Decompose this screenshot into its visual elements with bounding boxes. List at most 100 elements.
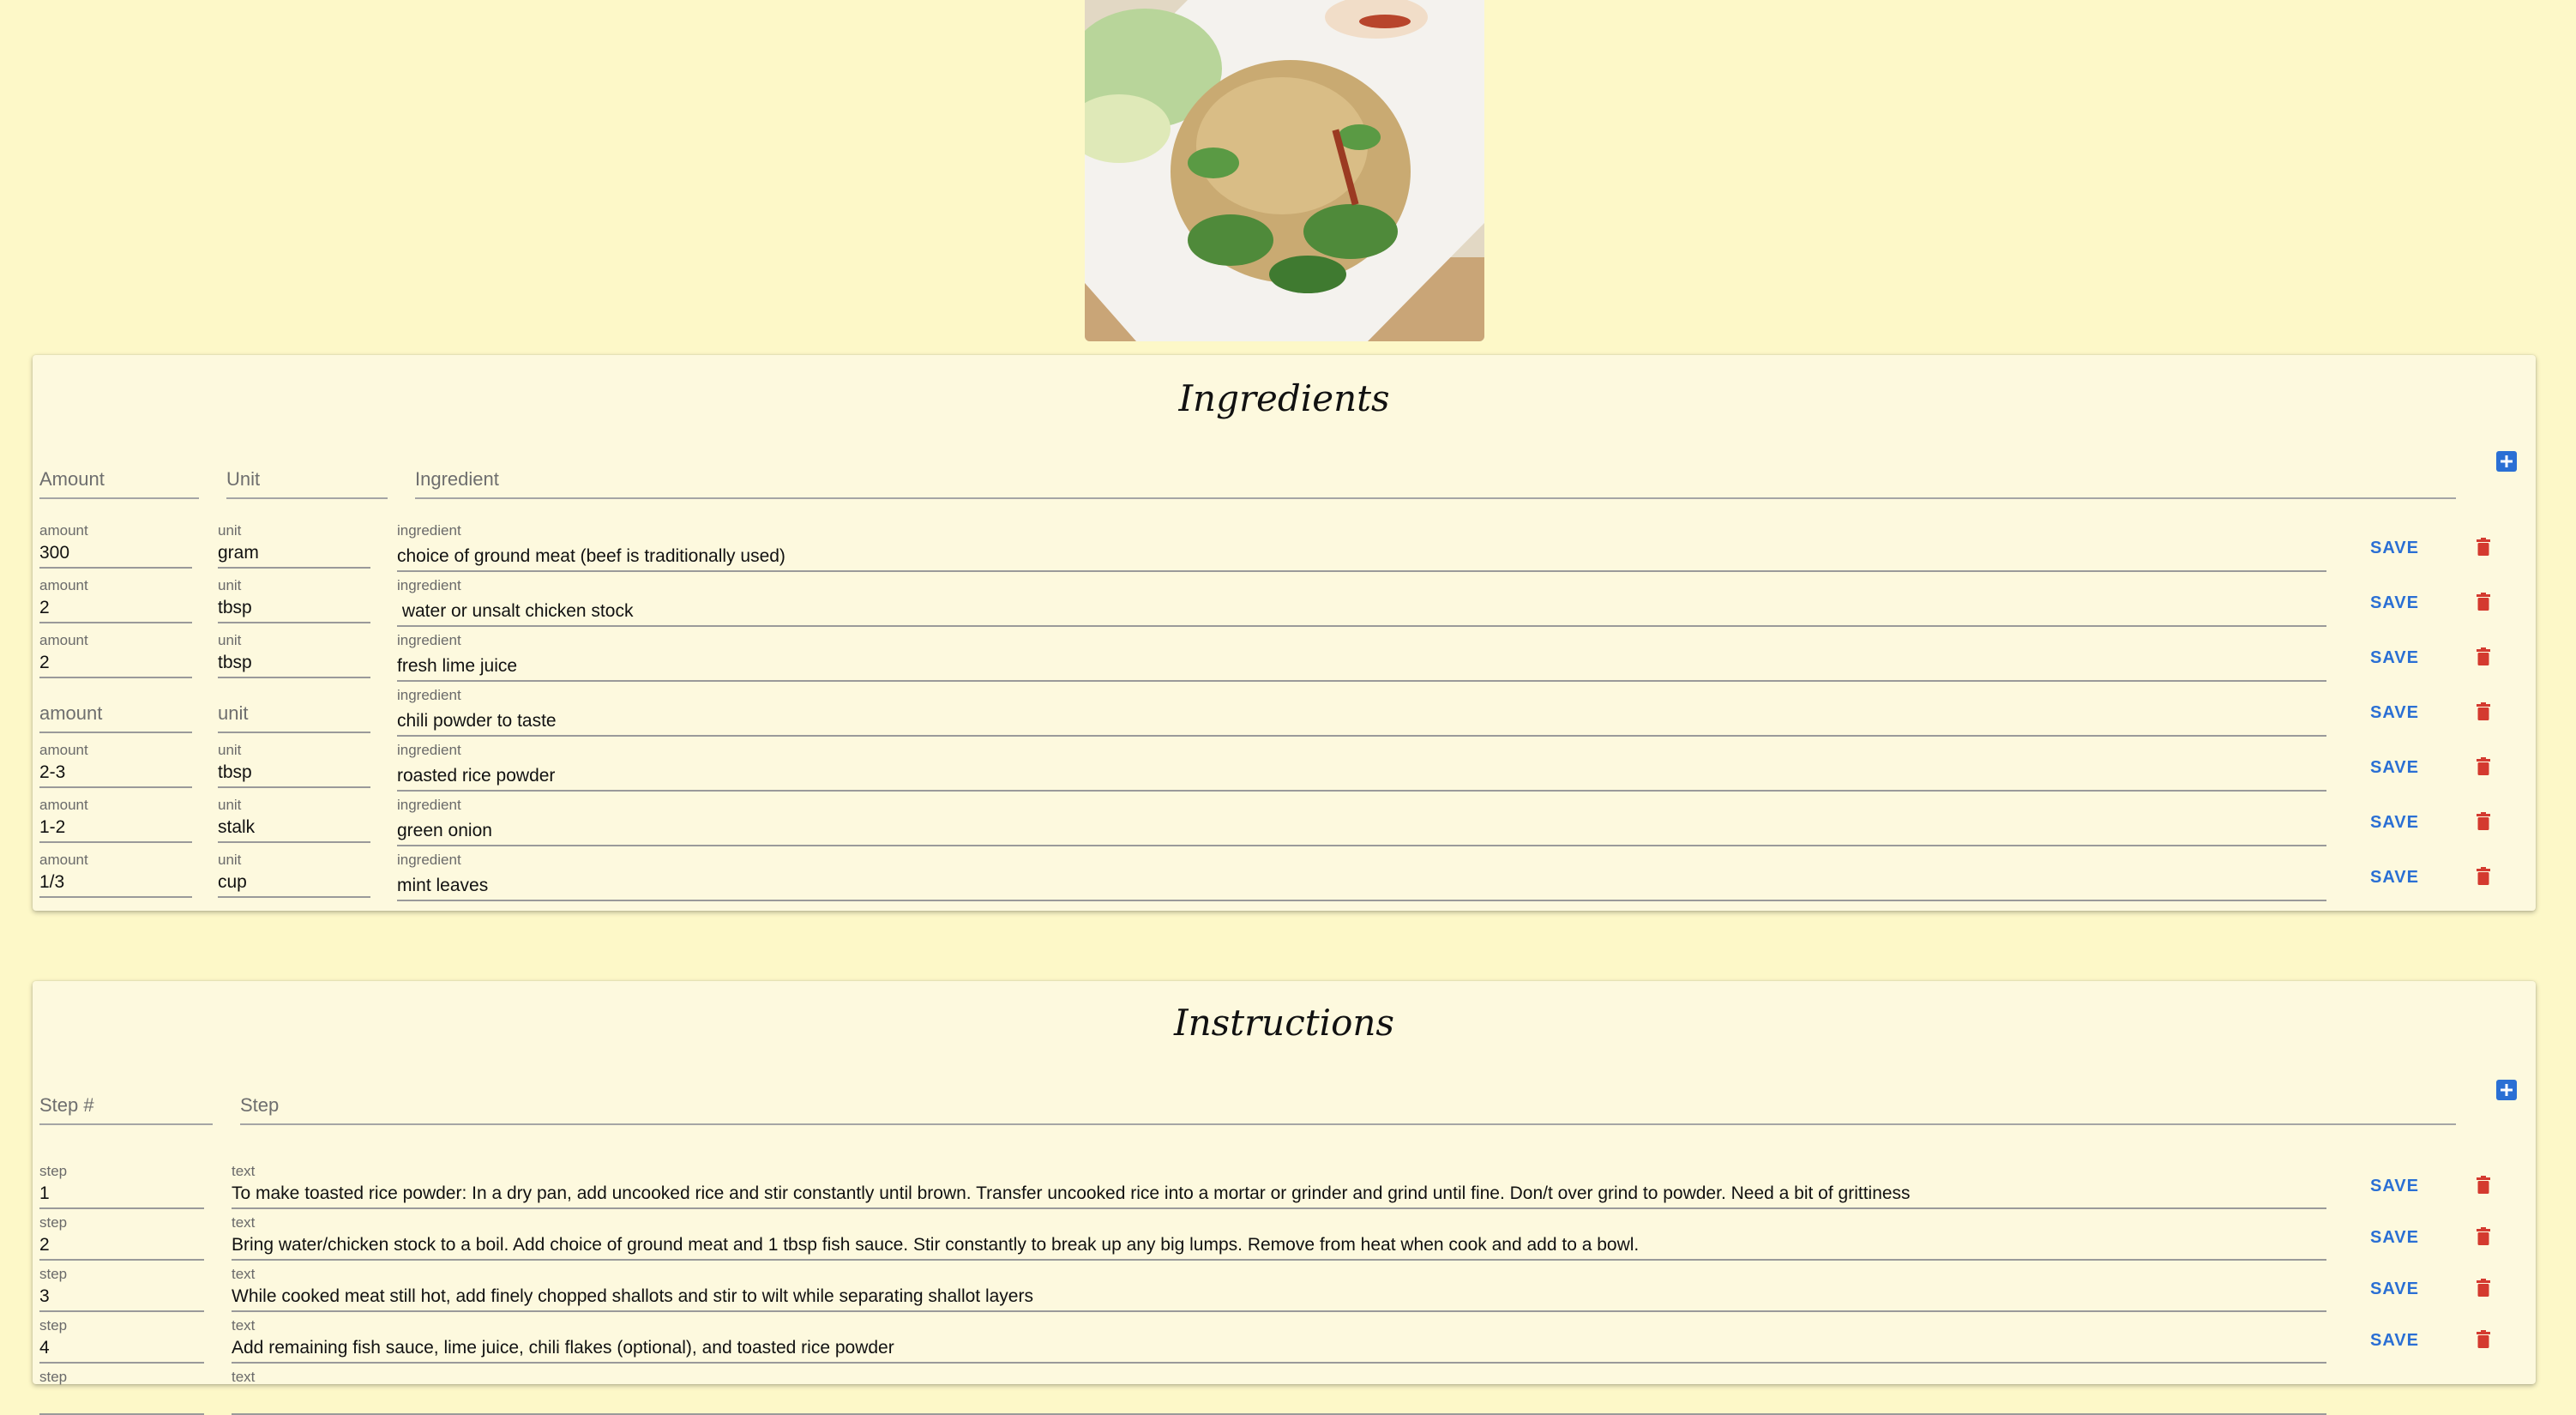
step-text-field[interactable]: text To make toasted rice powder: In a d… xyxy=(232,1163,2326,1209)
step-text-field[interactable]: text Add remaining fish sauce, lime juic… xyxy=(232,1317,2326,1364)
step-number-field[interactable]: step 2 xyxy=(39,1214,204,1261)
trash-icon[interactable] xyxy=(2476,702,2491,721)
new-step-number-input[interactable]: Step # xyxy=(39,1082,213,1125)
step-text-value: Add remaining fish sauce, lime juice, ch… xyxy=(232,1338,894,1358)
unit-label: unit xyxy=(218,522,242,539)
unit-field[interactable]: unit tbsp xyxy=(218,742,370,788)
new-step-text-input[interactable]: Step xyxy=(240,1082,2456,1125)
trash-icon[interactable] xyxy=(2476,757,2491,776)
unit-field[interactable]: unit tbsp xyxy=(218,632,370,678)
unit-label: unit xyxy=(218,797,242,813)
trash-icon[interactable] xyxy=(2476,1279,2491,1298)
step-text-value: While cooked meat still hot, add finely … xyxy=(232,1286,1033,1306)
amount-field[interactable]: amount 2 xyxy=(39,577,192,623)
unit-value: tbsp xyxy=(218,598,252,617)
text-label: text xyxy=(232,1317,256,1334)
save-button[interactable]: SAVE xyxy=(2370,703,2419,723)
amount-field[interactable]: amount 2 xyxy=(39,632,192,678)
trash-icon[interactable] xyxy=(2476,538,2491,557)
unit-label: unit xyxy=(218,632,242,648)
step-number-field[interactable]: step 1 xyxy=(39,1163,204,1209)
trash-icon[interactable] xyxy=(2476,1227,2491,1246)
instructions-title: Instructions xyxy=(1174,1002,1394,1044)
amount-value: 2 xyxy=(39,598,50,617)
new-unit-placeholder: Unit xyxy=(226,468,261,490)
amount-field[interactable]: amount 1-2 xyxy=(39,797,192,843)
unit-value: stalk xyxy=(218,817,256,837)
ingredient-label: ingredient xyxy=(397,852,461,868)
amount-value: 1/3 xyxy=(39,872,65,892)
new-step-text-placeholder: Step xyxy=(240,1094,280,1116)
amount-field[interactable]: amount 300 xyxy=(39,522,192,569)
ingredient-value: roasted rice powder xyxy=(397,766,556,786)
add-ingredient-button[interactable] xyxy=(2496,451,2517,472)
ingredient-label: ingredient xyxy=(397,632,461,648)
unit-label: unit xyxy=(218,852,242,868)
trash-icon[interactable] xyxy=(2476,1330,2491,1349)
step-label: step xyxy=(39,1369,68,1385)
ingredient-field[interactable]: ingredient mint leaves xyxy=(397,852,2326,901)
step-text-field[interactable]: text While cooked meat still hot, add fi… xyxy=(232,1266,2326,1312)
unit-field[interactable]: unit tbsp xyxy=(218,577,370,623)
step-label: step xyxy=(39,1214,68,1231)
amount-field[interactable]: amount xyxy=(39,687,192,733)
amount-value: 2 xyxy=(39,653,50,672)
step-number-field[interactable]: step 3 xyxy=(39,1266,204,1312)
ingredient-label: ingredient xyxy=(397,797,461,813)
step-number-field[interactable]: step xyxy=(39,1369,204,1415)
unit-value: tbsp xyxy=(218,762,252,782)
new-amount-input[interactable]: Amount xyxy=(39,456,199,499)
add-step-button[interactable] xyxy=(2496,1080,2517,1100)
ingredient-label: ingredient xyxy=(397,687,461,703)
ingredients-card: Ingredients Amount Unit Ingredient amoun… xyxy=(33,355,2536,911)
save-button[interactable]: SAVE xyxy=(2370,1228,2419,1248)
step-text-field[interactable]: text Bring water/chicken stock to a boil… xyxy=(232,1214,2326,1261)
trash-icon[interactable] xyxy=(2476,867,2491,886)
trash-icon[interactable] xyxy=(2476,812,2491,831)
step-label: step xyxy=(39,1317,68,1334)
unit-label: unit xyxy=(218,742,242,758)
unit-field[interactable]: unit xyxy=(218,687,370,733)
ingredient-field[interactable]: ingredient choice of ground meat (beef i… xyxy=(397,522,2326,572)
amount-field[interactable]: amount 1/3 xyxy=(39,852,192,898)
amount-value: 300 xyxy=(39,543,70,563)
save-button[interactable]: SAVE xyxy=(2370,1177,2419,1196)
save-button[interactable]: SAVE xyxy=(2370,593,2419,613)
amount-label: amount xyxy=(39,852,88,868)
save-button[interactable]: SAVE xyxy=(2370,1331,2419,1351)
ingredient-field[interactable]: ingredient fresh lime juice xyxy=(397,632,2326,682)
new-ingredient-input[interactable]: Ingredient xyxy=(415,456,2456,499)
trash-icon[interactable] xyxy=(2476,647,2491,666)
ingredient-label: ingredient xyxy=(397,577,461,593)
unit-value: tbsp xyxy=(218,653,252,672)
new-unit-input[interactable]: Unit xyxy=(226,456,388,499)
new-ingredient-placeholder: Ingredient xyxy=(415,468,499,490)
ingredient-field[interactable]: ingredient green onion xyxy=(397,797,2326,846)
save-button[interactable]: SAVE xyxy=(2370,539,2419,558)
save-button[interactable]: SAVE xyxy=(2370,813,2419,833)
trash-icon[interactable] xyxy=(2476,1176,2491,1195)
ingredient-field[interactable]: ingredient water or unsalt chicken stock xyxy=(397,577,2326,627)
amount-field[interactable]: amount 2-3 xyxy=(39,742,192,788)
ingredient-field[interactable]: ingredient chili powder to taste xyxy=(397,687,2326,737)
amount-label: amount xyxy=(39,632,88,648)
ingredient-value: fresh lime juice xyxy=(397,656,518,676)
step-number-field[interactable]: step 4 xyxy=(39,1317,204,1364)
unit-value: cup xyxy=(218,872,247,892)
instructions-card: Instructions Step # Step step 1 text To … xyxy=(33,981,2536,1415)
unit-field[interactable]: unit gram xyxy=(218,522,370,569)
unit-field[interactable]: unit cup xyxy=(218,852,370,898)
dish-photo xyxy=(1085,0,1484,341)
ingredient-field[interactable]: ingredient roasted rice powder xyxy=(397,742,2326,792)
text-label: text xyxy=(232,1214,256,1231)
trash-icon[interactable] xyxy=(2476,593,2491,611)
save-button[interactable]: SAVE xyxy=(2370,758,2419,778)
step-text-field[interactable]: text xyxy=(232,1369,2326,1415)
amount-placeholder: amount xyxy=(39,702,103,724)
unit-field[interactable]: unit stalk xyxy=(218,797,370,843)
save-button[interactable]: SAVE xyxy=(2370,1280,2419,1299)
ingredient-value: water or unsalt chicken stock xyxy=(397,601,634,621)
save-button[interactable]: SAVE xyxy=(2370,868,2419,888)
ingredient-label: ingredient xyxy=(397,742,461,758)
save-button[interactable]: SAVE xyxy=(2370,648,2419,668)
